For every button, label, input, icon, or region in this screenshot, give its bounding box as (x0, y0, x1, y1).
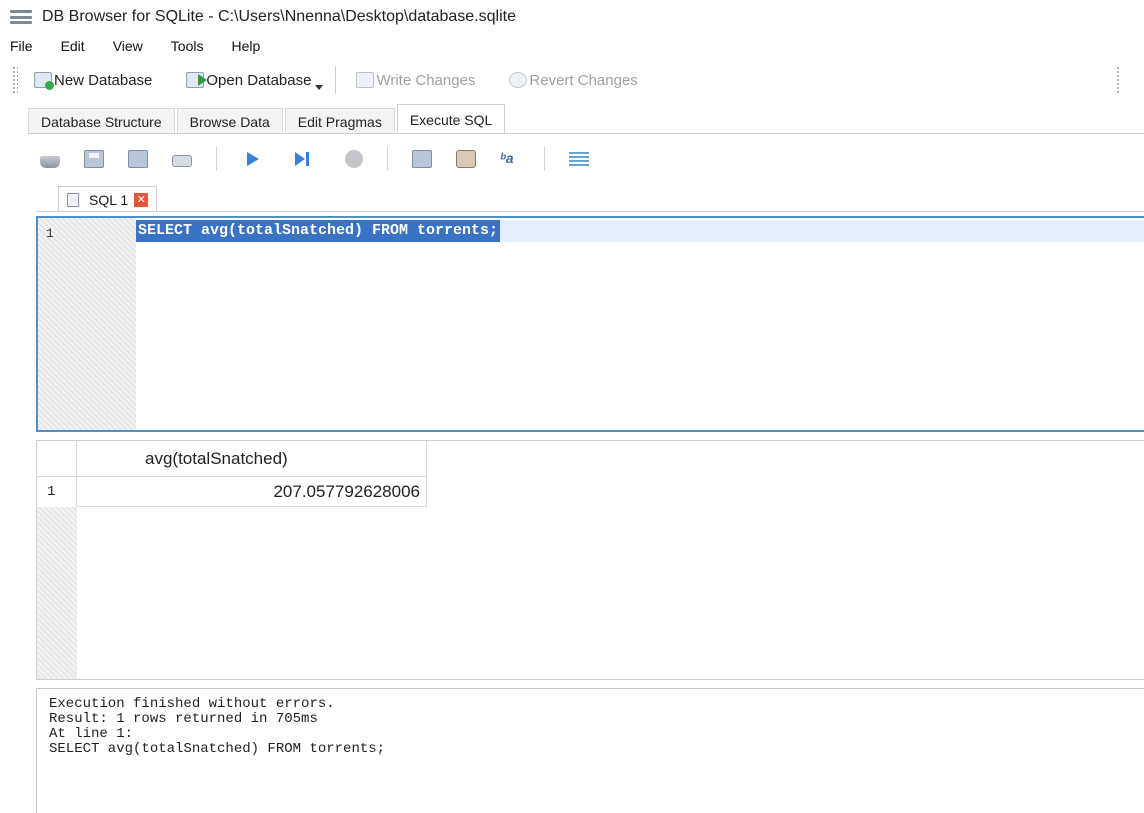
toolbar-grip-end[interactable] (1116, 66, 1120, 94)
menu-bar: File Edit View Tools Help (0, 34, 288, 58)
sql-toolbar: ᵇa (40, 144, 613, 174)
close-icon[interactable]: ✕ (134, 192, 149, 207)
title-bar: DB Browser for SQLite - C:\Users\Nnenna\… (0, 0, 1144, 34)
tab-edit-pragmas[interactable]: Edit Pragmas (284, 108, 395, 134)
write-changes-button[interactable]: Write Changes (350, 65, 481, 95)
open-database-icon (186, 72, 208, 88)
menu-help[interactable]: Help (231, 38, 260, 54)
toolbar-grip[interactable] (12, 66, 18, 94)
write-changes-icon (356, 72, 375, 88)
new-database-icon (34, 72, 54, 90)
current-line-highlight: SELECT avg(totalSnatched) FROM torrents; (136, 220, 1144, 242)
toolbar-separator (335, 66, 337, 94)
find-replace-icon[interactable]: ᵇa (500, 150, 520, 168)
new-database-button[interactable]: New Database (28, 65, 158, 95)
save-results-icon[interactable] (412, 150, 432, 168)
app-icon (10, 8, 32, 26)
stop-icon[interactable] (345, 150, 363, 168)
sql-tab-label: SQL 1 (89, 191, 129, 208)
message-line: SELECT avg(totalSnatched) FROM torrents; (49, 741, 386, 757)
message-line: At line 1: (49, 726, 134, 742)
execute-line-icon[interactable] (295, 152, 311, 166)
menu-view[interactable]: View (113, 38, 143, 54)
menu-tools[interactable]: Tools (171, 38, 204, 54)
tab-browse-data[interactable]: Browse Data (176, 108, 283, 134)
line-number-gutter (38, 218, 136, 430)
new-database-label: New Database (54, 71, 153, 89)
toolbar-separator (544, 147, 545, 171)
main-tabs: Database Structure Browse Data Edit Prag… (28, 104, 507, 134)
menu-file[interactable]: File (10, 38, 33, 54)
selected-sql-text[interactable]: SELECT avg(totalSnatched) FROM torrents; (136, 220, 501, 242)
chevron-down-icon[interactable] (315, 84, 324, 90)
write-changes-label: Write Changes (376, 71, 476, 89)
row-header[interactable]: 1 (37, 477, 77, 507)
document-icon (67, 192, 79, 207)
tabs-divider (28, 133, 1144, 134)
open-database-button[interactable]: Open Database (180, 65, 329, 95)
toolbar-separator (387, 147, 388, 171)
tab-execute-sql[interactable]: Execute SQL (396, 104, 506, 134)
menu-edit[interactable]: Edit (61, 38, 85, 54)
revert-changes-button[interactable]: Revert Changes (503, 65, 643, 95)
table-cell[interactable]: 207.057792628006 (77, 477, 427, 507)
column-header[interactable]: avg(totalSnatched) (77, 441, 427, 477)
sql-tab-divider (36, 211, 1144, 212)
open-tab-icon[interactable] (40, 156, 60, 168)
window-title: DB Browser for SQLite - C:\Users\Nnenna\… (42, 8, 516, 25)
grid-corner[interactable] (37, 441, 77, 477)
print-icon[interactable] (172, 155, 192, 167)
execute-all-icon[interactable] (247, 152, 259, 166)
main-toolbar: New Database Open Database Write Changes… (8, 60, 1144, 100)
revert-changes-icon (509, 72, 528, 88)
message-line: Result: 1 rows returned in 705ms (49, 711, 318, 727)
line-number: 1 (46, 226, 54, 241)
comment-icon[interactable] (569, 152, 589, 166)
results-grid[interactable]: avg(totalSnatched) 1 207.057792628006 (36, 440, 1144, 680)
revert-changes-label: Revert Changes (529, 71, 638, 89)
save-sql-file-icon[interactable] (128, 150, 148, 168)
sql-tab[interactable]: SQL 1 ✕ (58, 186, 158, 212)
tab-database-structure[interactable]: Database Structure (28, 108, 175, 134)
message-line: Execution finished without errors. (49, 696, 335, 712)
open-sql-file-icon[interactable] (84, 150, 104, 168)
message-pane[interactable]: Execution finished without errors. Resul… (36, 688, 1144, 813)
toolbar-separator (216, 147, 217, 171)
open-database-label: Open Database (206, 71, 312, 89)
sql-editor[interactable]: 1 SELECT avg(totalSnatched) FROM torrent… (36, 216, 1144, 432)
find-icon[interactable] (456, 150, 476, 168)
